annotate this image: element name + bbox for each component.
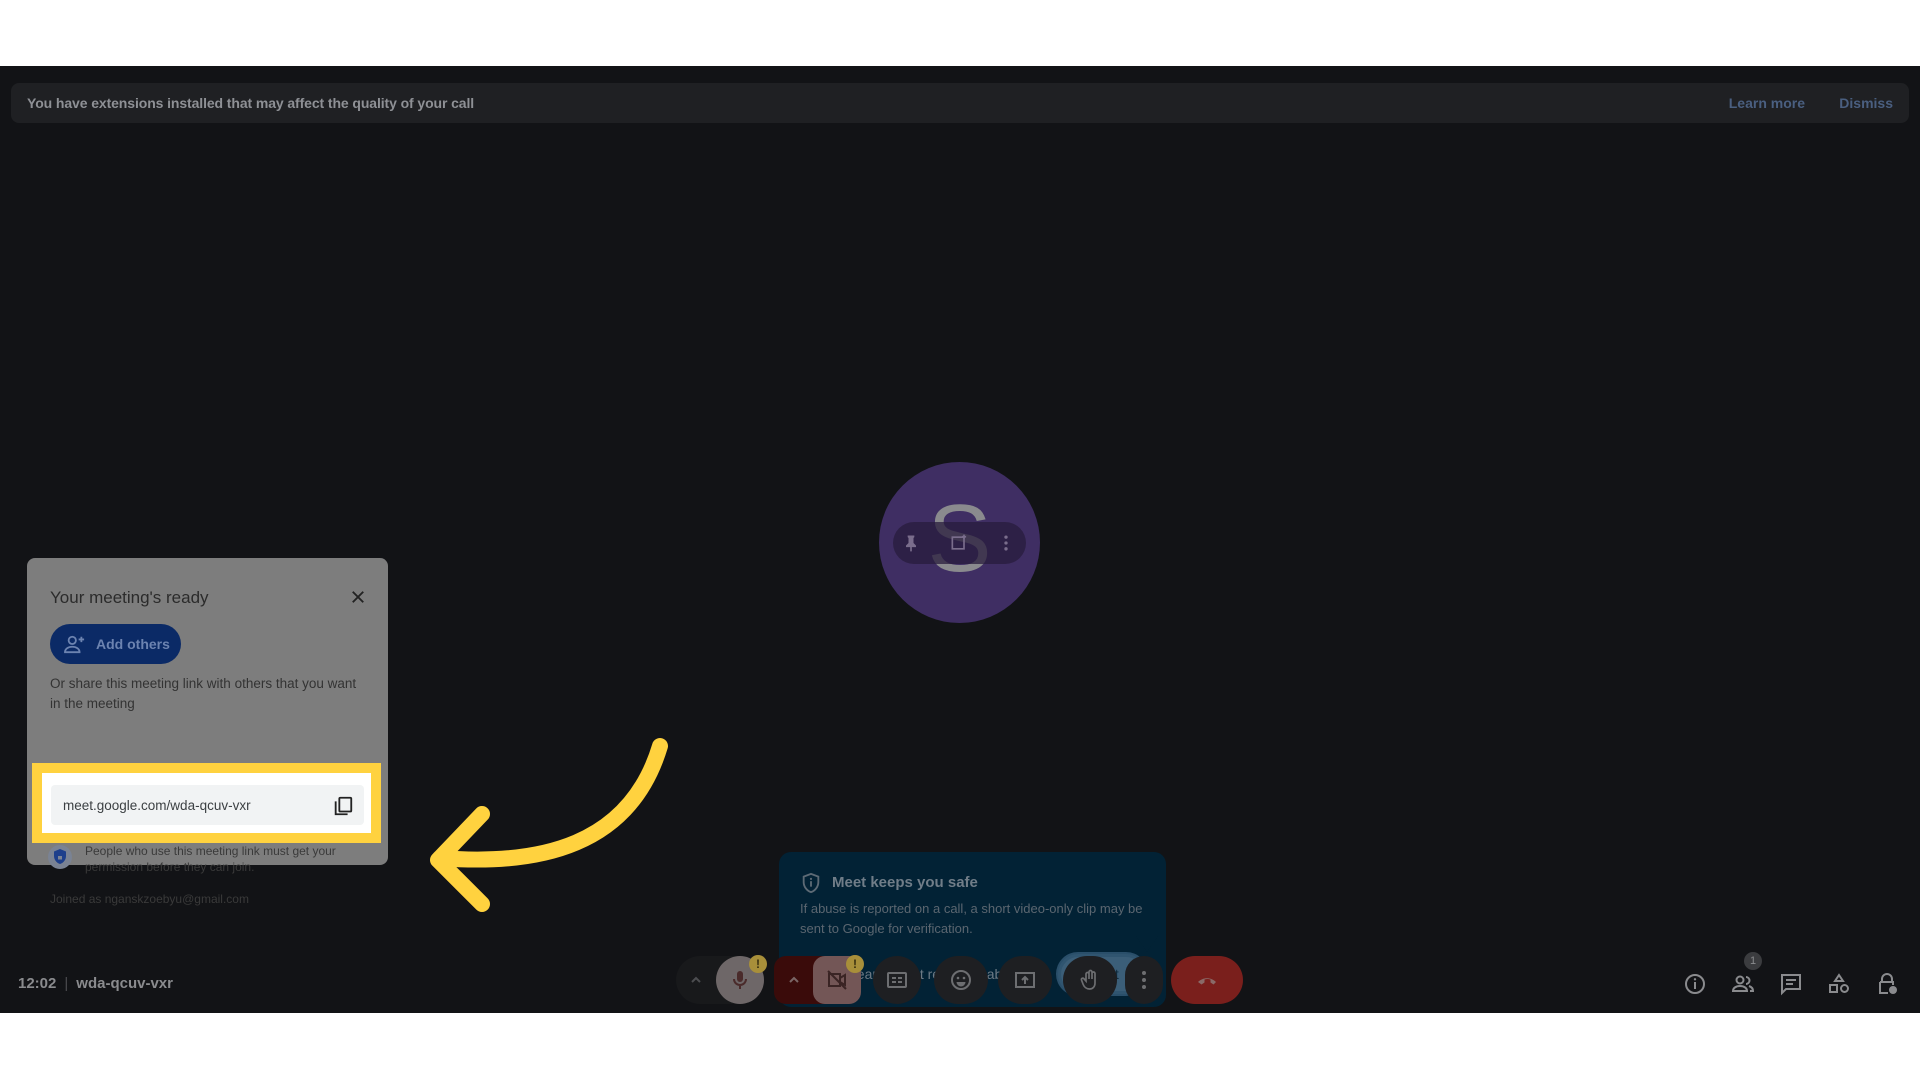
raise-hand-button[interactable]: [1063, 956, 1117, 1004]
frame-icon[interactable]: [949, 533, 969, 553]
shield-lock-icon: [48, 845, 72, 869]
hand-icon: [1080, 969, 1096, 990]
tile-actions: [893, 522, 1026, 564]
reactions-button[interactable]: [934, 956, 988, 1004]
add-others-button[interactable]: Add others: [50, 624, 181, 664]
people-icon[interactable]: [1731, 972, 1755, 996]
card-title: Your meeting's ready: [50, 588, 209, 607]
meeting-link[interactable]: meet.google.com/wda-qcuv-vxr: [63, 798, 251, 813]
shield-info-icon: [802, 872, 820, 894]
chevron-up-icon: [789, 976, 799, 983]
clock: 12:02: [18, 975, 57, 992]
divider: |: [64, 975, 69, 992]
mic-icon: [733, 971, 747, 989]
safety-popup-body: If abuse is reported on a call, a short …: [800, 901, 1143, 936]
more-options-button[interactable]: [1125, 956, 1163, 1004]
safety-popup-title: Meet keeps you safe: [832, 874, 978, 891]
captions-button[interactable]: [873, 956, 921, 1004]
more-vert-icon[interactable]: [996, 533, 1016, 553]
emoji-icon: [951, 970, 971, 990]
meeting-code[interactable]: wda-qcuv-vxr: [76, 975, 173, 992]
present-screen-button[interactable]: [998, 956, 1052, 1004]
extension-warning-banner: You have extensions installed that may a…: [11, 83, 1909, 123]
annotation-arrow: [430, 738, 668, 912]
joined-as: Joined as nganskzoebyu@gmail.com: [50, 892, 249, 906]
activities-icon[interactable]: [1827, 972, 1851, 996]
host-controls-icon[interactable]: [1875, 972, 1899, 996]
add-person-icon: [64, 635, 85, 654]
mic-warning-badge: !: [749, 955, 767, 973]
close-icon[interactable]: [349, 588, 367, 606]
copy-icon[interactable]: [332, 795, 354, 817]
info-icon[interactable]: [1683, 972, 1707, 996]
meeting-info: 12:02 | wda-qcuv-vxr: [18, 975, 173, 992]
more-vert-icon: [1142, 971, 1146, 989]
link-highlight: meet.google.com/wda-qcuv-vxr: [32, 763, 381, 843]
chat-icon[interactable]: [1779, 972, 1803, 996]
safety-popup-tail: [1136, 936, 1158, 952]
permission-note: People who use this meeting link must ge…: [85, 844, 336, 874]
add-others-label: Add others: [96, 636, 170, 652]
camera-warning-badge: !: [846, 955, 864, 973]
people-count-badge: 1: [1744, 952, 1762, 970]
banner-message: You have extensions installed that may a…: [27, 95, 475, 111]
learn-more-link[interactable]: Learn more: [1729, 95, 1805, 111]
dismiss-button[interactable]: Dismiss: [1839, 95, 1893, 111]
participant-avatar: S: [879, 462, 1040, 623]
share-instructions: Or share this meeting link with others t…: [50, 676, 357, 711]
leave-call-button[interactable]: [1171, 956, 1243, 1004]
call-end-icon: [1198, 978, 1216, 985]
videocam-off-icon: [827, 970, 847, 990]
chevron-up-icon: [691, 976, 701, 983]
meeting-link-field[interactable]: meet.google.com/wda-qcuv-vxr: [51, 785, 364, 825]
pin-icon[interactable]: [901, 533, 921, 553]
closed-captions-icon: [887, 972, 907, 988]
present-icon: [1015, 972, 1035, 988]
